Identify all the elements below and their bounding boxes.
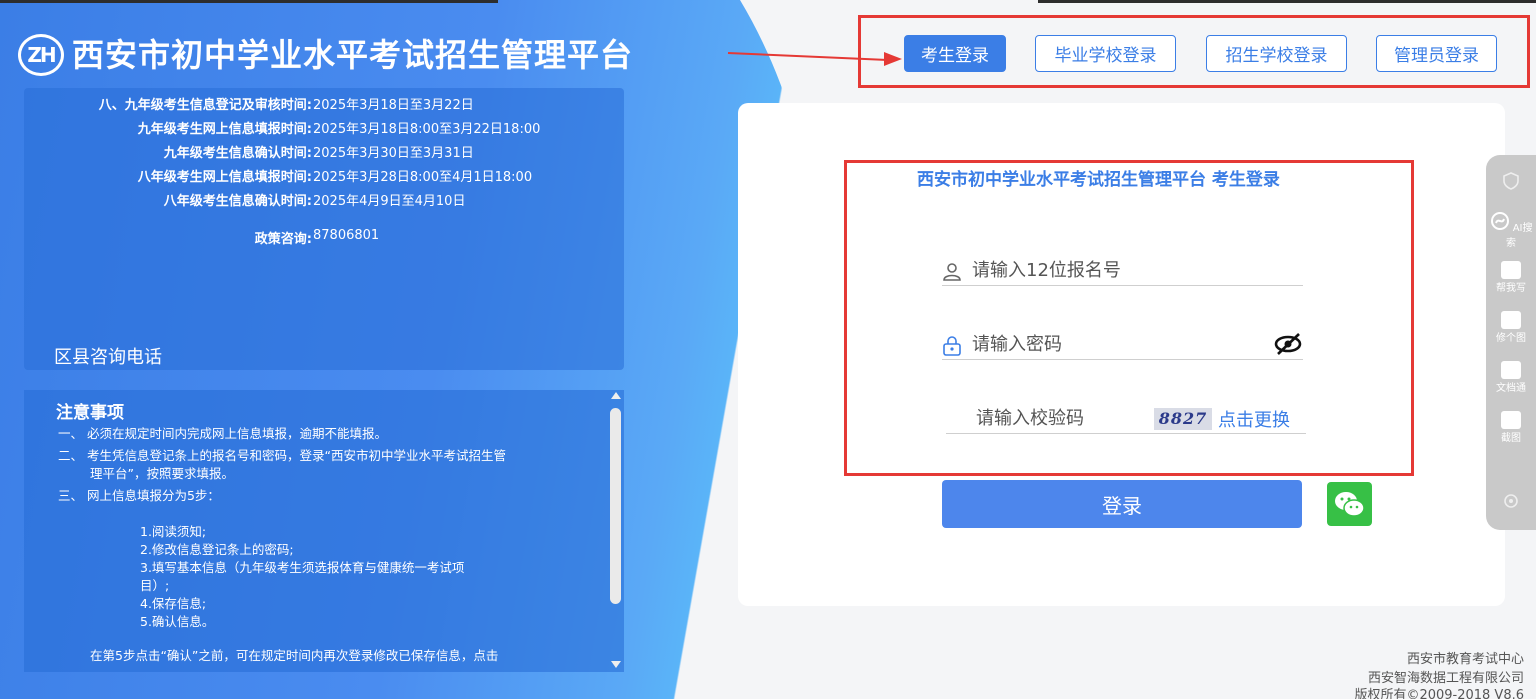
scrollbar-thumb[interactable] — [610, 408, 621, 604]
document-icon[interactable]: 文档通 — [1486, 361, 1536, 394]
tab-admin-login[interactable]: 管理员登录 — [1376, 35, 1497, 72]
info-row: 九年级考生信息确认时间: 2025年3月30日至3月31日 — [24, 142, 624, 162]
info-row: 八年级考生网上信息填报时间: 2025年3月28日8:00至4月1日18:00 — [24, 166, 624, 186]
info-label: 政策咨询: — [254, 232, 312, 247]
notice-step: 5.确认信息。 — [140, 614, 215, 629]
user-icon — [943, 263, 961, 281]
info-label: 八、九年级考生信息登记及审核时间: — [98, 98, 312, 113]
policy-hotline-row: 政策咨询: 87806801 — [24, 228, 624, 248]
info-row: 九年级考生网上信息填报时间: 2025年3月18日8:00至3月22日18:00 — [24, 118, 624, 138]
wechat-login-button[interactable] — [1327, 482, 1372, 526]
captcha-input[interactable] — [976, 404, 1146, 432]
sidebar-item-label: 修个图 — [1496, 333, 1526, 344]
tab-graduate-school-login[interactable]: 毕业学校登录 — [1035, 35, 1176, 72]
write-icon[interactable]: 帮我写 — [1486, 261, 1536, 294]
shield-icon[interactable] — [1486, 171, 1536, 194]
login-button[interactable]: 登录 — [942, 480, 1302, 528]
app-logo: ZH — [18, 34, 64, 76]
notice-item: 理平台”，按照要求填报。 — [90, 466, 234, 481]
info-label: 八年级考生网上信息填报时间: — [137, 170, 312, 185]
info-label: 九年级考生网上信息填报时间: — [137, 122, 312, 137]
district-hotline-heading: 区县咨询电话 — [54, 347, 162, 368]
notice-item: 二、 考生凭信息登记条上的报名号和密码，登录“西安市初中学业水平考试招生管 — [58, 448, 506, 463]
settings-icon[interactable] — [1486, 491, 1536, 514]
tab-student-login[interactable]: 考生登录 — [904, 35, 1006, 72]
camera-icon[interactable]: 截图 — [1486, 411, 1536, 444]
schedule-info-panel: 八、九年级考生信息登记及审核时间: 2025年3月18日至3月22日 九年级考生… — [24, 88, 624, 370]
browser-side-toolbar: AI搜索 帮我写 修个图 文档通 截图 — [1486, 155, 1536, 530]
sidebar-item-label: 截图 — [1501, 433, 1521, 444]
image-edit-icon[interactable]: 修个图 — [1486, 311, 1536, 344]
sidebar-item-label: AI搜索 — [1506, 223, 1533, 249]
captcha-field: 8827 点击更换 — [946, 404, 1306, 434]
info-label: 九年级考生信息确认时间: — [163, 146, 312, 161]
captcha-refresh-link[interactable]: 点击更换 — [1218, 406, 1290, 432]
notice-title: 注意事项 — [56, 403, 124, 423]
info-value: 2025年4月9日至4月10日 — [313, 194, 466, 209]
info-row: 八、九年级考生信息登记及审核时间: 2025年3月18日至3月22日 — [24, 94, 624, 114]
top-border-line — [0, 0, 498, 3]
info-value: 87806801 — [313, 228, 380, 243]
password-input[interactable] — [972, 330, 1262, 358]
app-title: 西安市初中学业水平考试招生管理平台 — [72, 36, 634, 74]
notice-scrollbar[interactable] — [608, 390, 624, 672]
notice-panel[interactable]: 注意事项 一、 必须在规定时间内完成网上信息填报，逾期不能填报。 二、 考生凭信… — [24, 390, 624, 672]
notice-item: 在第5步点击“确认”之前，可在规定时间内再次登录修改已保存信息，点击 — [90, 648, 499, 663]
scroll-down-icon[interactable] — [611, 661, 621, 668]
info-value: 2025年3月30日至3月31日 — [313, 146, 474, 161]
info-label: 八年级考生信息确认时间: — [163, 194, 312, 209]
username-field — [942, 256, 1303, 286]
notice-step: 目）; — [140, 578, 170, 593]
username-input[interactable] — [972, 256, 1262, 284]
eye-slash-icon[interactable] — [1273, 332, 1303, 356]
info-row: 八年级考生信息确认时间: 2025年4月9日至4月10日 — [24, 190, 624, 210]
top-border-line — [1038, 0, 1536, 3]
notice-step: 1.阅读须知; — [140, 524, 207, 539]
login-form-title: 西安市初中学业水平考试招生管理平台 考生登录 — [917, 170, 1280, 190]
tab-enrollment-school-login[interactable]: 招生学校登录 — [1206, 35, 1347, 72]
info-value: 2025年3月18日8:00至3月22日18:00 — [313, 122, 541, 137]
scroll-up-icon[interactable] — [611, 392, 621, 399]
ai-search-icon[interactable]: AI搜索 — [1486, 211, 1536, 249]
notice-item: 三、 网上信息填报分为5步： — [58, 488, 220, 503]
info-value: 2025年3月28日8:00至4月1日18:00 — [313, 170, 533, 185]
notice-step: 4.保存信息; — [140, 596, 207, 611]
wechat-icon — [1335, 492, 1365, 517]
footer-copyright: 版权所有©2009-2018 V8.6 — [1354, 688, 1524, 699]
password-field — [942, 330, 1303, 360]
notice-step: 2.修改信息登记条上的密码; — [140, 542, 294, 557]
lock-icon — [943, 336, 961, 356]
info-value: 2025年3月18日至3月22日 — [313, 98, 474, 113]
sidebar-item-label: 帮我写 — [1496, 283, 1526, 294]
captcha-image[interactable]: 8827 — [1154, 408, 1212, 430]
sidebar-item-label: 文档通 — [1496, 383, 1526, 394]
notice-item: 一、 必须在规定时间内完成网上信息填报，逾期不能填报。 — [58, 426, 387, 441]
notice-step: 3.填写基本信息（九年级考生须选报体育与健康统一考试项 — [140, 560, 465, 575]
footer-org: 西安市教育考试中心 — [1406, 652, 1524, 667]
